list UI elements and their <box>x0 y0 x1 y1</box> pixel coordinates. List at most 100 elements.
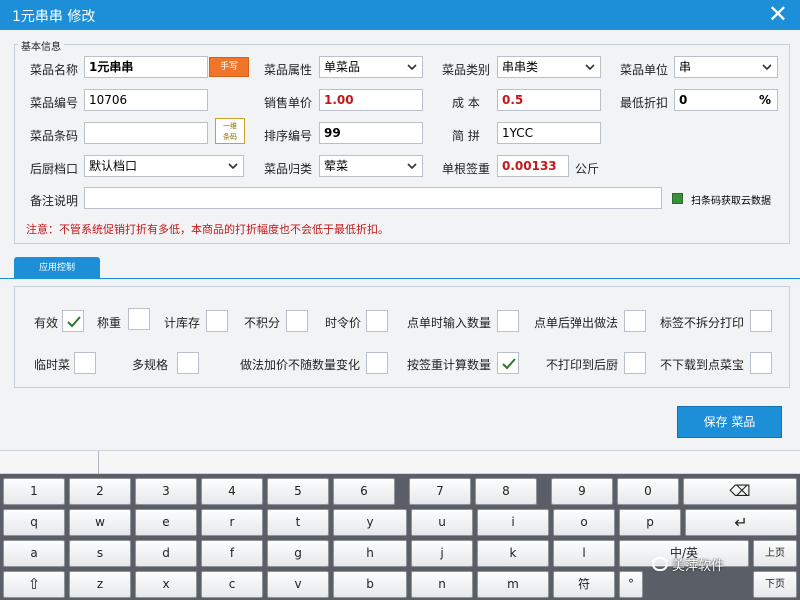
unit-weight-label: 单根签重 <box>442 162 491 176</box>
key[interactable]: m <box>477 571 549 598</box>
dish-name-field[interactable]: 1元串串 <box>84 56 208 78</box>
input-divider <box>98 451 99 475</box>
key[interactable]: 3 <box>135 478 197 505</box>
pinyin-field[interactable]: 1YCC <box>497 122 601 144</box>
save-dish-button[interactable]: 保存 菜品 <box>677 406 782 438</box>
degree-key[interactable]: ° <box>619 571 643 598</box>
key[interactable]: r <box>201 509 263 536</box>
option-checkbox-input-qty[interactable] <box>497 310 519 332</box>
handwrite-button[interactable]: 手写 <box>209 57 249 77</box>
dish-attr-label: 菜品属性 <box>264 63 313 77</box>
tab-app-control[interactable]: 应用控制 <box>14 257 100 279</box>
key[interactable]: u <box>411 509 473 536</box>
unit-weight-field[interactable]: 0.00133 <box>497 155 569 177</box>
option-checkbox-multi-spec[interactable] <box>177 352 199 374</box>
dish-category-select[interactable]: 串串类 <box>497 56 601 78</box>
page-down-key[interactable]: 下页 <box>753 571 797 598</box>
option-checkbox-method-price[interactable] <box>366 352 388 374</box>
dish-group-select[interactable]: 荤菜 <box>319 155 423 177</box>
option-checkbox-no-download[interactable] <box>750 352 772 374</box>
symbol-key[interactable]: 符 <box>553 571 615 598</box>
key[interactable]: q <box>3 509 65 536</box>
key[interactable]: a <box>3 540 65 567</box>
key[interactable]: i <box>477 509 549 536</box>
min-discount-field[interactable]: 0 % <box>674 89 778 111</box>
option-checkbox-weigh[interactable] <box>128 308 150 330</box>
option-checkbox-seasonal-price[interactable] <box>366 310 388 332</box>
shift-key[interactable]: ⇧ <box>3 571 65 598</box>
key[interactable]: x <box>135 571 197 598</box>
pinyin-label: 简 拼 <box>452 129 480 143</box>
key[interactable]: g <box>267 540 329 567</box>
option-label: 称重 <box>97 316 122 330</box>
barcode-field[interactable] <box>84 122 208 144</box>
dish-group-label: 菜品归类 <box>264 162 313 176</box>
key[interactable]: c <box>201 571 263 598</box>
chevron-down-icon <box>228 163 238 170</box>
option-checkbox-temp-dish[interactable] <box>74 352 96 374</box>
kg-unit: 公斤 <box>575 162 600 176</box>
option-checkbox-no-points[interactable] <box>286 310 308 332</box>
key[interactable]: j <box>411 540 473 567</box>
dish-code-label: 菜品编号 <box>30 96 79 110</box>
key[interactable]: 6 <box>333 478 395 505</box>
watermark: 美萍软件 <box>672 559 725 574</box>
backspace-key[interactable]: ⌫ <box>683 478 797 505</box>
key[interactable]: 0 <box>617 478 679 505</box>
option-label: 计库存 <box>164 316 201 330</box>
key[interactable]: f <box>201 540 263 567</box>
option-label: 有效 <box>34 316 59 330</box>
key[interactable]: 4 <box>201 478 263 505</box>
scan-cloud-label: 扫条码获取云数据 <box>691 196 771 207</box>
window-title: 1元串串 修改 <box>12 9 96 25</box>
kitchen-value: 默认档口 <box>89 159 138 173</box>
key[interactable]: y <box>333 509 407 536</box>
ime-input-bar[interactable] <box>0 450 800 475</box>
key[interactable]: t <box>267 509 329 536</box>
barcode-button-label: 一维 条码 <box>223 122 237 141</box>
enter-key[interactable]: ↵ <box>685 509 797 536</box>
key[interactable]: h <box>333 540 407 567</box>
dish-category-value: 串串类 <box>502 60 539 74</box>
key[interactable]: b <box>333 571 407 598</box>
barcode-button[interactable]: 一维 条码 <box>215 118 245 144</box>
key[interactable]: e <box>135 509 197 536</box>
key[interactable]: l <box>553 540 615 567</box>
remark-field[interactable] <box>84 187 662 209</box>
option-checkbox-weight-qty[interactable] <box>497 352 519 374</box>
key[interactable]: 5 <box>267 478 329 505</box>
key[interactable]: 8 <box>475 478 537 505</box>
key[interactable]: 1 <box>3 478 65 505</box>
key[interactable]: v <box>267 571 329 598</box>
option-checkbox-stock[interactable] <box>206 310 228 332</box>
option-checkbox-popup-method[interactable] <box>624 310 646 332</box>
key[interactable]: 7 <box>409 478 471 505</box>
sale-price-field[interactable]: 1.00 <box>319 89 423 111</box>
dish-code-field[interactable]: 10706 <box>84 89 208 111</box>
dish-attr-value: 单菜品 <box>324 60 361 74</box>
key[interactable]: n <box>411 571 473 598</box>
option-checkbox-valid[interactable] <box>62 310 84 332</box>
sort-no-field[interactable]: 99 <box>319 122 423 144</box>
key[interactable]: d <box>135 540 197 567</box>
key[interactable]: s <box>69 540 131 567</box>
key[interactable]: p <box>619 509 681 536</box>
kitchen-select[interactable]: 默认档口 <box>84 155 244 177</box>
dish-attr-select[interactable]: 单菜品 <box>319 56 423 78</box>
close-icon[interactable]: ✕ <box>768 2 788 26</box>
check-icon <box>67 316 81 328</box>
key[interactable]: w <box>69 509 131 536</box>
chevron-down-icon <box>407 163 417 170</box>
key[interactable]: 2 <box>69 478 131 505</box>
key[interactable]: o <box>553 509 615 536</box>
check-icon <box>502 358 516 370</box>
key[interactable]: k <box>477 540 549 567</box>
key[interactable]: 9 <box>551 478 613 505</box>
page-up-key[interactable]: 上页 <box>753 540 797 567</box>
scan-cloud-checkbox[interactable] <box>672 193 683 204</box>
option-checkbox-no-split-label[interactable] <box>750 310 772 332</box>
dish-unit-select[interactable]: 串 <box>674 56 778 78</box>
key[interactable]: z <box>69 571 131 598</box>
option-checkbox-no-kitchen-print[interactable] <box>624 352 646 374</box>
cost-field[interactable]: 0.5 <box>497 89 601 111</box>
